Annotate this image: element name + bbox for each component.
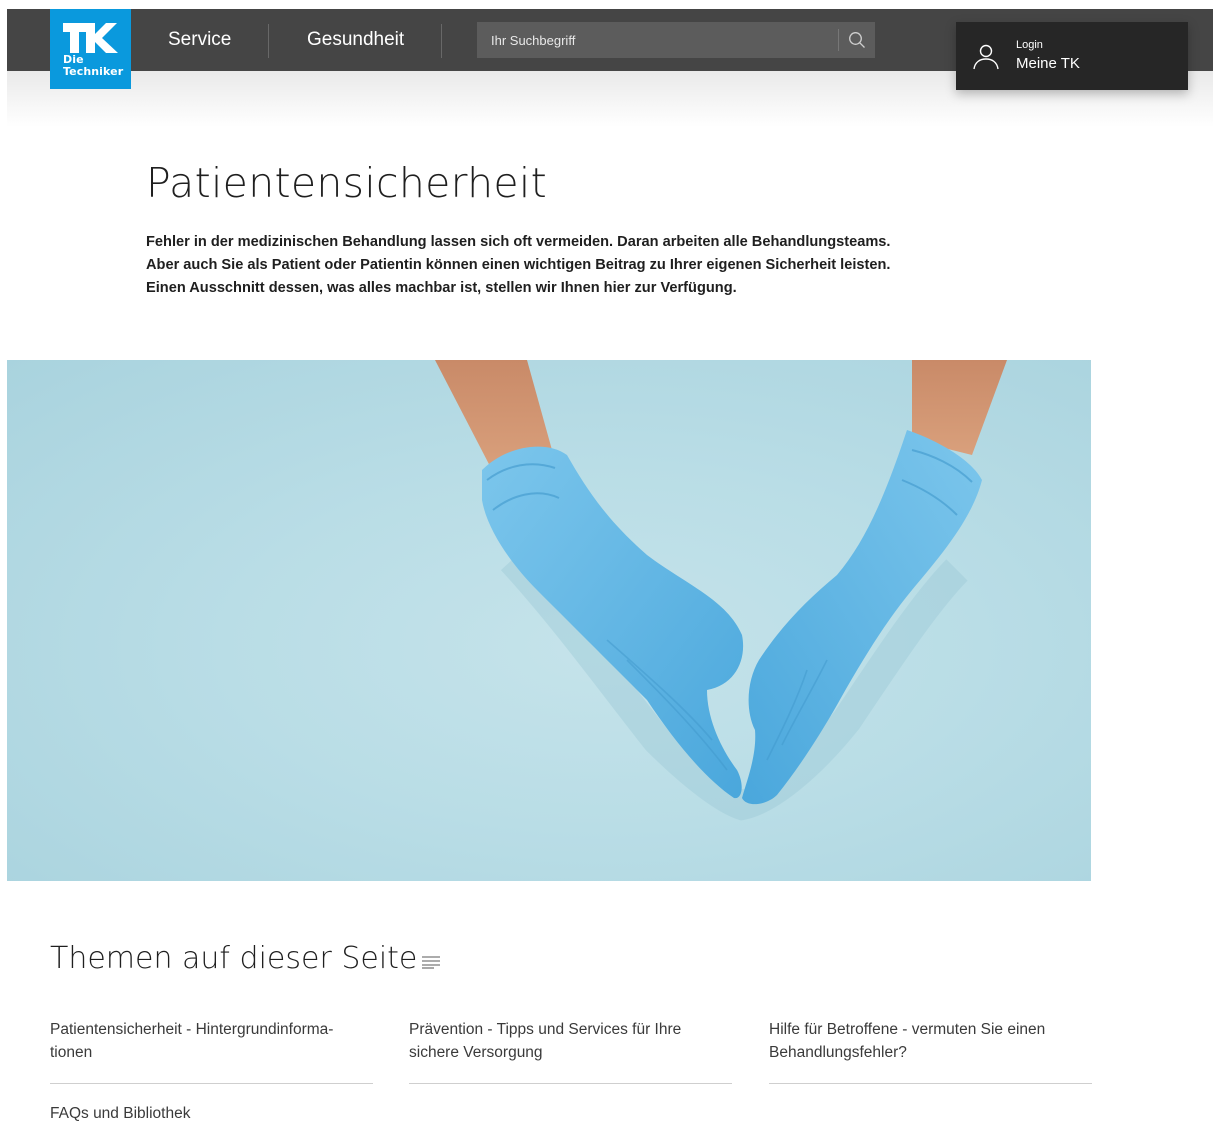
topic-label-line: Behandlungsfehler? <box>769 1044 907 1061</box>
search-icon <box>849 32 865 48</box>
login-label: Login <box>1016 39 1043 51</box>
user-icon <box>973 44 999 70</box>
hero-image <box>7 360 1091 881</box>
tk-logo[interactable]: Die Techniker <box>50 9 131 89</box>
nav-item-gesundheit[interactable]: Gesundheit <box>307 9 404 71</box>
tk-logo-mark-icon <box>63 23 118 53</box>
page-title: Patientensicherheit <box>146 159 547 207</box>
topic-label-line: Prävention - Tipps und Services für Ihre <box>409 1021 682 1038</box>
topic-link-hilfe-fuer-betroffene[interactable]: Hilfe für Betroffene - vermuten Sie eine… <box>769 1018 1092 1084</box>
search-box <box>477 22 875 58</box>
topic-label-line: Patientensicherheit - Hintergrundinforma… <box>50 1021 334 1038</box>
topic-label-line: sichere Versorgung <box>409 1044 543 1061</box>
search-input[interactable] <box>477 22 839 58</box>
topic-link-faqs-und-bibliothek[interactable]: FAQs und Bibliothek <box>50 1102 190 1122</box>
nav-item-service[interactable]: Service <box>168 9 231 71</box>
topic-label-line: Hilfe für Betroffene - vermuten Sie eine… <box>769 1021 1046 1038</box>
login-meine-tk-button[interactable]: Login Meine TK <box>956 22 1188 90</box>
topic-link-praevention[interactable]: Prävention - Tipps und Services für Ihre… <box>409 1018 732 1084</box>
topics-heading: Themen auf dieser Seite <box>50 941 418 976</box>
nav-divider <box>268 24 269 58</box>
logo-text: Die Techniker <box>63 53 124 78</box>
topic-label-line: tionen <box>50 1044 93 1061</box>
search-button[interactable] <box>839 22 875 58</box>
topic-link-hintergrundinformationen[interactable]: Patientensicherheit - Hintergrundinforma… <box>50 1018 373 1084</box>
list-icon[interactable] <box>422 955 440 969</box>
nav-divider <box>441 24 442 58</box>
intro-text: Fehler in der medizinischen Behandlung l… <box>146 234 891 296</box>
gloved-hands-heart-icon <box>435 360 1007 821</box>
meine-tk-label: Meine TK <box>1016 55 1080 72</box>
